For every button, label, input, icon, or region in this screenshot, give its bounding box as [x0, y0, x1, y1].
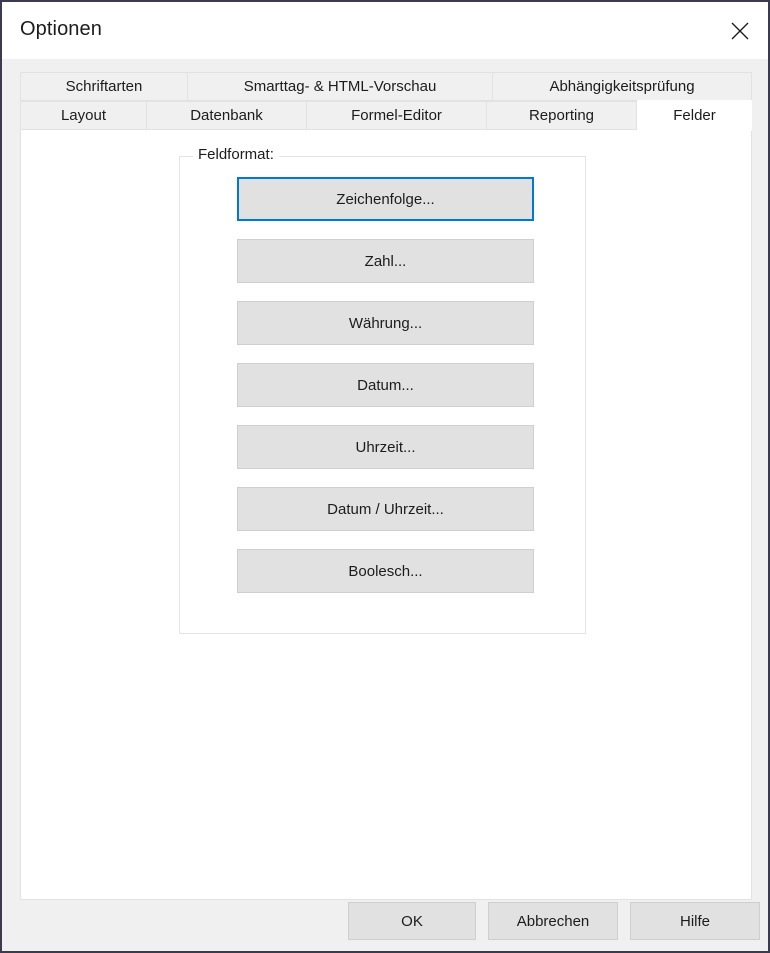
- abbrechen-button[interactable]: Abbrechen: [488, 902, 618, 940]
- format-button-label: Zeichenfolge...: [336, 190, 435, 208]
- format-button-datum[interactable]: Datum...: [237, 363, 534, 407]
- tab-schriftarten[interactable]: Schriftarten: [20, 72, 188, 101]
- format-button-w-hrung[interactable]: Währung...: [237, 301, 534, 345]
- format-button-label: Zahl...: [364, 252, 407, 270]
- tab-reporting[interactable]: Reporting: [487, 101, 637, 130]
- tab-rows: Schriftarten Smarttag- & HTML-Vorschau Abh…: [20, 72, 752, 131]
- tab-label: Datenbank: [190, 107, 263, 124]
- format-button-label: Datum / Uhrzeit...: [327, 500, 444, 518]
- tab-layout[interactable]: Layout: [20, 101, 147, 130]
- format-button-uhrzeit[interactable]: Uhrzeit...: [237, 425, 534, 469]
- tab-abh-ngigkeitspr-fung[interactable]: Abhängigkeitsprüfung: [493, 72, 752, 101]
- format-button-zahl[interactable]: Zahl...: [237, 239, 534, 283]
- tab-datenbank[interactable]: Datenbank: [147, 101, 307, 130]
- groupbox-feldformat: Feldformat: Zeichenfolge... Zahl... Währun…: [179, 146, 586, 634]
- tab-label: Abhängigkeitsprüfung: [549, 78, 695, 95]
- tab-label: Smarttag- & HTML-Vorschau: [243, 78, 437, 95]
- window-title: Optionen: [20, 18, 102, 40]
- tab-label: Formel-Editor: [351, 107, 442, 124]
- title-bar: Optionen: [2, 2, 768, 59]
- tab-formel-editor[interactable]: Formel-Editor: [307, 101, 487, 130]
- close-icon: [729, 20, 751, 42]
- format-button-datum-uhrzeit[interactable]: Datum / Uhrzeit...: [237, 487, 534, 531]
- tab-row-1: Schriftarten Smarttag- & HTML-Vorschau Abh…: [20, 72, 752, 101]
- tab-label: Reporting: [528, 107, 595, 124]
- format-button-zeichenfolge[interactable]: Zeichenfolge...: [237, 177, 534, 221]
- button-label: Hilfe: [679, 912, 710, 930]
- ok-button[interactable]: OK: [348, 902, 476, 940]
- format-button-label: Uhrzeit...: [355, 438, 416, 456]
- tab-label: Layout: [60, 107, 107, 124]
- format-button-label: Boolesch...: [348, 562, 423, 580]
- options-dialog: Optionen Schriftarten Smarttag- & HTML-Vo…: [0, 0, 770, 953]
- tab-page-felder: Feldformat: Zeichenfolge... Zahl... Währun…: [20, 130, 752, 900]
- tab-smarttag-html-vorschau[interactable]: Smarttag- & HTML-Vorschau: [188, 72, 493, 101]
- hilfe-button[interactable]: Hilfe: [630, 902, 760, 940]
- format-button-boolesch[interactable]: Boolesch...: [237, 549, 534, 593]
- button-label: Abbrechen: [516, 912, 590, 930]
- dialog-body: Schriftarten Smarttag- & HTML-Vorschau Abh…: [2, 59, 768, 951]
- tab-control: Schriftarten Smarttag- & HTML-Vorschau Abh…: [20, 72, 752, 900]
- format-button-label: Datum...: [357, 376, 414, 394]
- tab-label: Felder: [673, 107, 716, 124]
- tab-label: Schriftarten: [65, 78, 143, 95]
- tab-row-2: Layout Datenbank Formel-Editor Reporting Fel…: [20, 100, 752, 131]
- button-label: OK: [401, 912, 423, 930]
- format-button-label: Währung...: [348, 314, 423, 332]
- close-button[interactable]: [712, 2, 768, 59]
- groupbox-legend: Feldformat:: [193, 146, 279, 163]
- tab-felder[interactable]: Felder: [637, 100, 752, 131]
